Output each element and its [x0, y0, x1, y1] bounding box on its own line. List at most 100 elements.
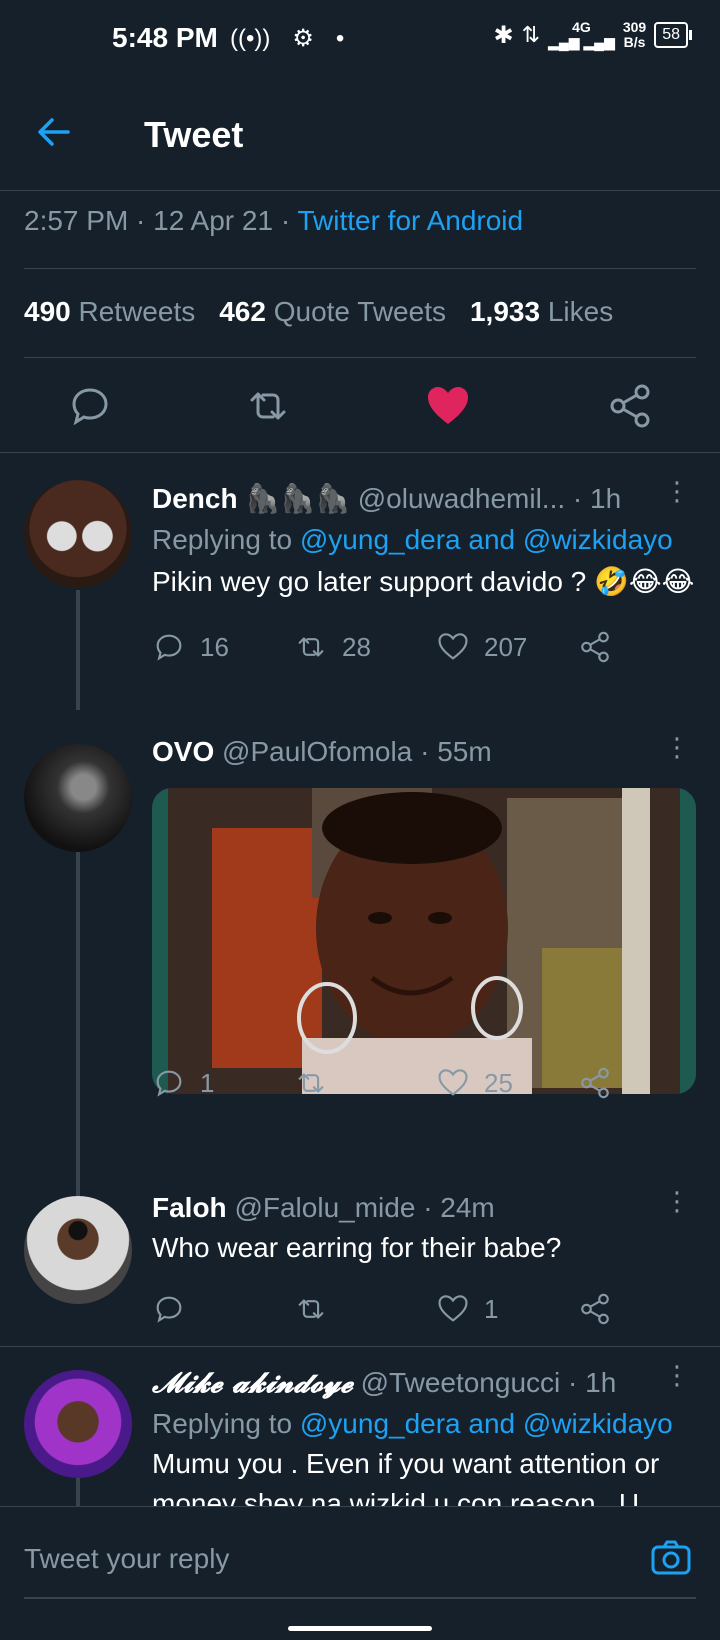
reply-tweet[interactable]: OVO @PaulOfomola · 55m ⋮ 1 25 — [0, 716, 720, 1156]
display-name[interactable]: Dench — [152, 483, 238, 514]
reply-tweet[interactable]: Faloh @Falolu_mide · 24m ⋮ Who wear earr… — [0, 1168, 720, 1348]
timestamp: · 24m — [423, 1192, 495, 1223]
reply-count: 16 — [200, 631, 229, 662]
avatar[interactable] — [24, 1196, 132, 1304]
display-name[interactable]: 𝓜𝓲𝓴𝓮 𝓪𝓴𝓲𝓷𝓭𝓸𝔂𝓮 — [152, 1366, 353, 1399]
share-button[interactable] — [578, 1066, 612, 1100]
more-options-icon[interactable]: ⋮ — [664, 1186, 690, 1217]
reply-button[interactable]: 1 — [152, 1066, 214, 1100]
heart-icon — [438, 1069, 468, 1096]
net-speed-unit: B/s — [623, 34, 646, 50]
like-button[interactable]: 207 — [436, 630, 527, 664]
notification-dot-icon: • — [335, 24, 345, 52]
more-options-icon[interactable]: ⋮ — [664, 476, 690, 507]
tweet-header: OVO @PaulOfomola · 55m — [152, 736, 492, 768]
camera-icon[interactable] — [650, 1537, 692, 1579]
signal-bars-icon: ▂▄▆ ▂▄▆ — [548, 34, 615, 50]
like-button[interactable]: 1 — [436, 1292, 498, 1326]
photo-of-person-image — [152, 788, 696, 1094]
reply-button[interactable]: 16 — [152, 630, 229, 664]
top-app-bar: Tweet — [0, 80, 720, 191]
liked-heart-icon[interactable] — [424, 382, 472, 430]
avatar[interactable] — [24, 744, 132, 852]
timestamp: · 1h — [568, 1367, 617, 1398]
like-count: 1 — [484, 1293, 499, 1324]
net-speed: 309 B/s — [623, 20, 646, 50]
reply-composer: Tweet your reply — [0, 1506, 720, 1607]
tweet-stats: 490 Retweets 462 Quote Tweets 1,933 Like… — [24, 296, 613, 328]
share-icon — [581, 631, 609, 663]
status-bar: 5:48 PM ((•)) ⚙ • ✱ ⇅ 4G ▂▄▆ ▂▄▆ 309 B/s… — [0, 0, 720, 80]
data-arrows-icon: ⇅ — [521, 22, 541, 47]
replying-to-handles[interactable]: @yung_dera and @wizkidayo — [300, 524, 673, 555]
network-type: 4G — [572, 19, 591, 35]
settings-gear-icon: ⚙ — [292, 25, 314, 52]
retweet-count: 28 — [342, 631, 371, 662]
tweet-actions: 16 28 207 — [152, 630, 632, 670]
share-button[interactable] — [578, 630, 612, 664]
reply-icon — [156, 1070, 182, 1097]
retweet-icon[interactable] — [244, 382, 292, 430]
tweet-header: Faloh @Falolu_mide · 24m — [152, 1192, 495, 1224]
reply-icon — [156, 634, 182, 661]
username[interactable]: @Falolu_mide — [234, 1192, 415, 1223]
like-count: 207 — [484, 631, 528, 662]
tweet-actions: 1 25 — [152, 1066, 632, 1106]
replying-to: Replying to @yung_dera and @wizkidayo — [152, 1408, 673, 1440]
heart-icon — [438, 633, 468, 660]
share-button[interactable] — [578, 1292, 612, 1326]
divider — [24, 268, 696, 269]
tweet-header: Dench 🦍🦍🦍 @oluwadhemil... · 1h — [152, 482, 621, 515]
network-indicator: 4G ▂▄▆ ▂▄▆ — [548, 20, 615, 50]
retweet-button[interactable]: 28 — [294, 630, 371, 664]
status-time: 5:48 PM — [112, 22, 218, 53]
tweet-text: Mumu you . Even if you want attention or… — [152, 1448, 660, 1506]
tweet-image[interactable] — [152, 788, 696, 1094]
retweets-stat[interactable]: 490 Retweets — [24, 296, 195, 328]
like-button[interactable]: 25 — [436, 1066, 513, 1100]
retweet-button[interactable] — [294, 1066, 342, 1100]
reply-tweet[interactable]: 𝓜𝓲𝓴𝓮 𝓪𝓴𝓲𝓷𝓭𝓸𝔂𝓮 @Tweetongucci · 1h ⋮ Reply… — [0, 1348, 720, 1506]
page-title: Tweet — [144, 114, 244, 155]
display-name[interactable]: Faloh — [152, 1192, 227, 1223]
tweet-text: Who wear earring for their babe? — [152, 1232, 562, 1263]
username[interactable]: @oluwadhemil... — [358, 483, 565, 514]
hotspot-icon: ((•)) — [230, 24, 271, 52]
tweet-time: 2:57 PM — [24, 205, 129, 236]
tweet-text: Pikin wey go later support davido ? 🤣😂😂 — [152, 566, 695, 597]
tweet-source-link[interactable]: Twitter for Android — [297, 205, 523, 236]
username[interactable]: @PaulOfomola — [222, 736, 412, 767]
username[interactable]: @Tweetongucci — [361, 1367, 561, 1398]
back-arrow-icon[interactable] — [34, 112, 74, 152]
divider — [24, 357, 696, 358]
reply-tweet[interactable]: Dench 🦍🦍🦍 @oluwadhemil... · 1h ⋮ Replyin… — [0, 452, 720, 702]
tweet-date: 12 Apr 21 — [153, 205, 274, 236]
net-speed-value: 309 — [622, 19, 647, 35]
likes-stat[interactable]: 1,933 Likes — [470, 296, 613, 328]
heart-icon — [438, 1295, 468, 1322]
battery-icon: 58 — [654, 22, 692, 48]
replying-to-label: Replying to — [152, 1408, 293, 1439]
retweet-button[interactable] — [294, 1292, 342, 1326]
share-icon — [581, 1067, 609, 1099]
reply-input[interactable]: Tweet your reply — [24, 1543, 229, 1575]
reply-button[interactable] — [152, 1292, 200, 1326]
reply-icon[interactable] — [66, 382, 114, 430]
avatar[interactable] — [24, 1370, 132, 1478]
status-left-icons: ((•)) ⚙ • — [230, 24, 344, 53]
retweet-icon — [298, 1073, 324, 1093]
system-nav-bar — [0, 1606, 720, 1640]
more-options-icon[interactable]: ⋮ — [664, 1360, 690, 1391]
replying-to-handles[interactable]: @yung_dera and @wizkidayo — [300, 1408, 673, 1439]
name-emoji: 🦍🦍🦍 — [245, 483, 350, 514]
more-options-icon[interactable]: ⋮ — [664, 732, 690, 763]
input-underline — [24, 1597, 696, 1599]
bluetooth-icon: ✱ — [493, 21, 514, 49]
quote-tweets-stat[interactable]: 462 Quote Tweets — [219, 296, 446, 328]
display-name[interactable]: OVO — [152, 736, 214, 767]
like-count: 25 — [484, 1067, 513, 1098]
share-icon[interactable] — [606, 382, 654, 430]
avatar[interactable] — [24, 480, 132, 588]
tweet-action-bar — [0, 360, 720, 453]
home-gesture-bar[interactable] — [288, 1626, 432, 1631]
